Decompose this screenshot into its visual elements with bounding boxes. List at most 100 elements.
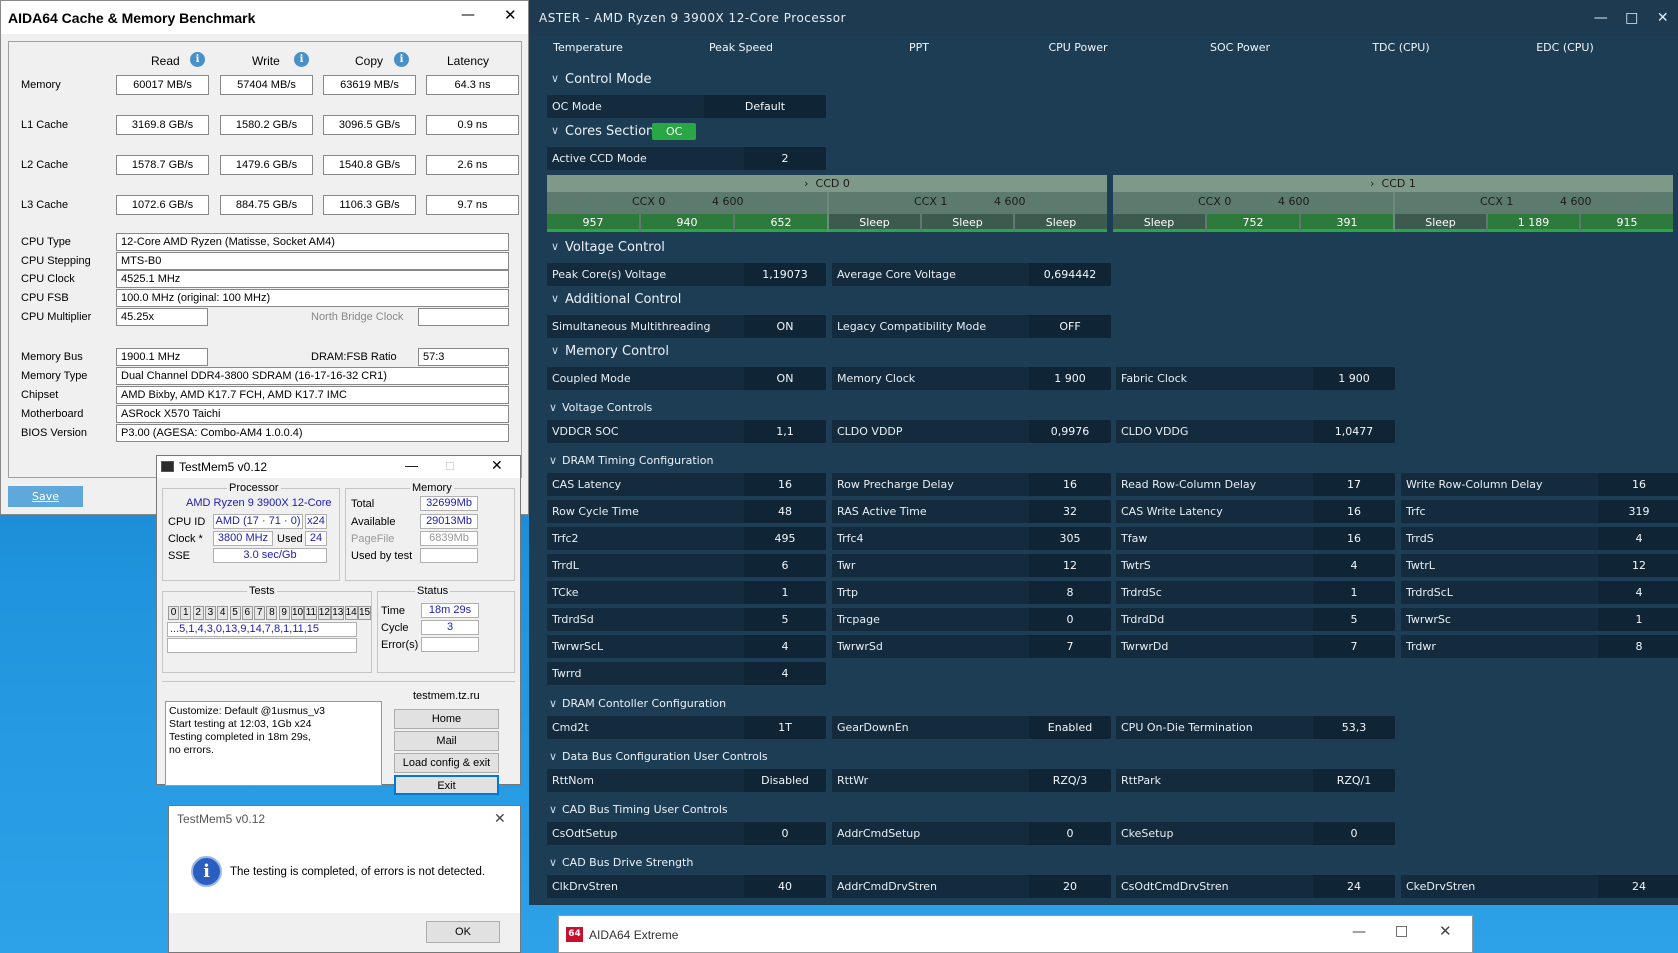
fabric-clock-field[interactable]: Fabric Clock 1 900: [1116, 367, 1395, 390]
tab-temperature[interactable]: Temperature: [553, 41, 623, 54]
coupled-mode-field[interactable]: Coupled Mode ON: [547, 367, 826, 390]
timing-field[interactable]: TrdrdSc 1: [1116, 581, 1395, 604]
chevron-down-icon: ∨: [551, 240, 560, 253]
close-button[interactable]: ✕: [1648, 6, 1678, 30]
field-label: Tfaw: [1116, 527, 1313, 550]
section-cad-timing[interactable]: ∨ CAD Bus Timing User Controls: [549, 803, 728, 816]
section-data-bus[interactable]: ∨ Data Bus Configuration User Controls: [549, 750, 768, 763]
timing-field[interactable]: TwrwrScL 4: [547, 635, 826, 658]
exit-button[interactable]: Exit: [394, 775, 499, 795]
tab-soc-power[interactable]: SOC Power: [1210, 41, 1270, 54]
timing-field[interactable]: Twr 12: [832, 554, 1111, 577]
tab-ppt[interactable]: PPT: [909, 41, 929, 54]
maximize-button[interactable]: □: [446, 458, 454, 473]
load-config-exit-button[interactable]: Load config & exit: [394, 753, 499, 773]
timing-field[interactable]: Tfaw 16: [1116, 527, 1395, 550]
timing-field[interactable]: CAS Latency 16: [547, 473, 826, 496]
maximize-button[interactable]: □: [1395, 923, 1408, 939]
close-button[interactable]: ✕: [1439, 922, 1452, 940]
timing-field[interactable]: TrdrdDd 5: [1116, 608, 1395, 631]
home-button[interactable]: Home: [394, 709, 499, 729]
timing-field[interactable]: TwtrL 12: [1401, 554, 1678, 577]
timing-field[interactable]: Trdwr 8: [1401, 635, 1678, 658]
section-control-mode[interactable]: ∨ Control Mode: [551, 72, 652, 87]
timing-field[interactable]: Trfc2 495: [547, 527, 826, 550]
timing-field[interactable]: TCke 1: [547, 581, 826, 604]
timing-field[interactable]: Write Row-Column Delay 16: [1401, 473, 1678, 496]
config-field[interactable]: CsOdtSetup 0: [547, 822, 826, 845]
maximize-button[interactable]: □: [1617, 6, 1647, 30]
timing-field[interactable]: Trfc4 305: [832, 527, 1111, 550]
minimize-button[interactable]: —: [461, 7, 475, 23]
timing-field[interactable]: TwrwrSc 1: [1401, 608, 1678, 631]
timing-field[interactable]: Trfc 319: [1401, 500, 1678, 523]
ok-button[interactable]: OK: [426, 921, 500, 943]
info-icon[interactable]: i: [294, 52, 309, 67]
tab-edc-cpu[interactable]: EDC (CPU): [1536, 41, 1594, 54]
close-button[interactable]: ✕: [491, 457, 503, 474]
timing-field[interactable]: RAS Active Time 32: [832, 500, 1111, 523]
section-dram-controller[interactable]: ∨ DRAM Contoller Configuration: [549, 697, 726, 710]
save-button[interactable]: Save: [8, 486, 83, 507]
timing-field[interactable]: TrrdL 6: [547, 554, 826, 577]
close-button[interactable]: ✕: [504, 6, 517, 24]
minimize-button[interactable]: —: [1352, 924, 1366, 940]
field-label: TrdrdSc: [1116, 581, 1313, 604]
config-field[interactable]: RttNom Disabled: [547, 769, 826, 792]
section-voltage-control[interactable]: ∨ Voltage Control: [551, 240, 665, 255]
config-field[interactable]: Cmd2t 1T: [547, 716, 826, 739]
tab-tdc-cpu[interactable]: TDC (CPU): [1372, 41, 1429, 54]
section-cores[interactable]: ∨ Cores Section: [551, 124, 654, 139]
timing-field[interactable]: TrdrdScL 4: [1401, 581, 1678, 604]
smt-field[interactable]: Simultaneous Multithreading ON: [547, 315, 826, 338]
info-icon[interactable]: i: [394, 52, 409, 67]
timing-field[interactable]: TwtrS 4: [1116, 554, 1395, 577]
close-button[interactable]: ✕: [494, 810, 506, 827]
active-ccd-field[interactable]: Active CCD Mode 2: [547, 147, 826, 170]
info-icon[interactable]: i: [190, 52, 205, 67]
voltage-field[interactable]: VDDCR SOC 1,1: [547, 420, 826, 443]
config-field[interactable]: GearDownEn Enabled: [832, 716, 1111, 739]
legacy-compat-field[interactable]: Legacy Compatibility Mode OFF: [832, 315, 1111, 338]
timing-field[interactable]: TrrdS 4: [1401, 527, 1678, 550]
config-field[interactable]: CkeDrvStren 24: [1401, 875, 1678, 898]
timing-field[interactable]: TrdrdSd 5: [547, 608, 826, 631]
ccd-header[interactable]: › CCD 0: [547, 175, 1107, 192]
section-cad-drive[interactable]: ∨ CAD Bus Drive Strength: [549, 856, 693, 869]
config-field[interactable]: AddrCmdDrvStren 20: [832, 875, 1111, 898]
memory-clock-field[interactable]: Memory Clock 1 900: [832, 367, 1111, 390]
config-field[interactable]: CsOdtCmdDrvStren 24: [1116, 875, 1395, 898]
timing-field[interactable]: Trtp 8: [832, 581, 1111, 604]
minimize-button[interactable]: —: [1586, 6, 1616, 30]
config-field[interactable]: ClkDrvStren 40: [547, 875, 826, 898]
config-field[interactable]: CPU On-Die Termination 53,3: [1116, 716, 1395, 739]
config-field[interactable]: AddrCmdSetup 0: [832, 822, 1111, 845]
tab-cpu-power[interactable]: CPU Power: [1048, 41, 1107, 54]
config-field[interactable]: RttWr RZQ/3: [832, 769, 1111, 792]
chevron-down-icon: ∨: [551, 72, 560, 85]
timing-field[interactable]: Row Precharge Delay 16: [832, 473, 1111, 496]
timing-field[interactable]: CAS Write Latency 16: [1116, 500, 1395, 523]
voltage-field[interactable]: CLDO VDDP 0,9976: [832, 420, 1111, 443]
section-memory-control[interactable]: ∨ Memory Control: [551, 344, 669, 359]
oc-mode-field[interactable]: OC Mode Default: [547, 95, 826, 118]
config-field[interactable]: CkeSetup 0: [1116, 822, 1395, 845]
section-additional-control[interactable]: ∨ Additional Control: [551, 292, 681, 307]
minimize-button[interactable]: —: [405, 458, 418, 473]
voltage-field[interactable]: CLDO VDDG 1,0477: [1116, 420, 1395, 443]
col-header-read: Read: [151, 54, 180, 68]
ccd-header[interactable]: › CCD 1: [1113, 175, 1673, 192]
timing-field[interactable]: TwrwrSd 7: [832, 635, 1111, 658]
timing-field[interactable]: Read Row-Column Delay 17: [1116, 473, 1395, 496]
timing-field[interactable]: TwrwrDd 7: [1116, 635, 1395, 658]
timing-field[interactable]: Twrrd 4: [547, 662, 826, 685]
site-link[interactable]: testmem.tz.ru: [413, 690, 480, 702]
config-field[interactable]: RttPark RZQ/1: [1116, 769, 1395, 792]
mail-button[interactable]: Mail: [394, 731, 499, 751]
section-voltage-controls[interactable]: ∨ Voltage Controls: [549, 401, 652, 414]
timing-field[interactable]: Trcpage 0: [832, 608, 1111, 631]
tab-peak-speed[interactable]: Peak Speed: [709, 41, 773, 54]
timing-field[interactable]: Row Cycle Time 48: [547, 500, 826, 523]
field-label: AddrCmdSetup: [832, 822, 1029, 845]
section-dram-timing[interactable]: ∨ DRAM Timing Configuration: [549, 454, 713, 467]
